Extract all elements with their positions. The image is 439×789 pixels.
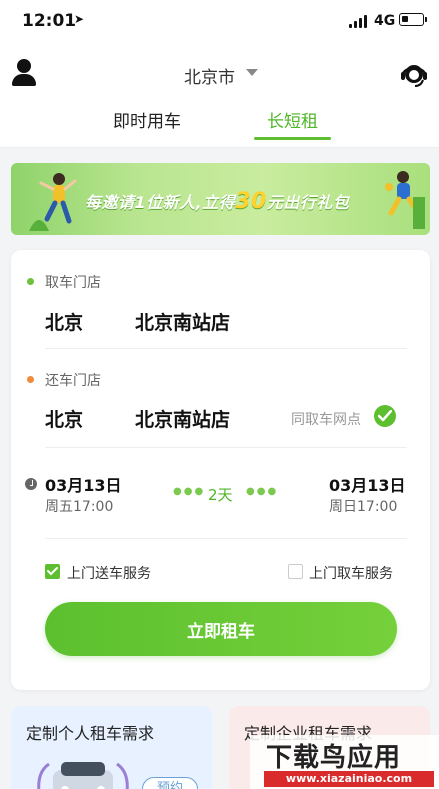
signal-icon — [349, 15, 369, 28]
pickup-service-option-label[interactable]: 上门取车服务 — [309, 563, 393, 583]
watermark-url: www.xiazainiao.com — [264, 771, 434, 787]
pickup-store[interactable]: 北京南站店 — [135, 308, 230, 335]
city-selector[interactable]: 北京市 — [184, 63, 235, 88]
location-arrow-icon: ➤ — [74, 12, 85, 26]
delivery-option-label[interactable]: 上门送车服务 — [67, 563, 151, 583]
return-label: 还车门店 — [45, 373, 101, 389]
tab-indicator — [254, 137, 331, 140]
end-time[interactable]: 周日17:00 — [329, 496, 397, 516]
start-time[interactable]: 周五17:00 — [45, 496, 113, 516]
network-label: 4G — [374, 13, 396, 29]
divider — [45, 447, 407, 448]
clock-icon — [25, 478, 37, 490]
battery-tip — [425, 17, 427, 22]
booking-card: 取车门店 北京 北京南站店 还车门店 北京 北京南站店 同取车网点 03月13日… — [11, 250, 430, 690]
end-date[interactable]: 03月13日 — [329, 472, 406, 496]
car-illustration — [37, 762, 129, 789]
tab-rental[interactable]: 长短租 — [267, 107, 318, 132]
reserve-button[interactable]: 预约 — [142, 777, 198, 789]
same-store-check-icon[interactable] — [374, 405, 396, 427]
return-store[interactable]: 北京南站店 — [135, 405, 230, 432]
caret-down-icon[interactable] — [246, 69, 258, 76]
pickup-service-checkbox[interactable] — [288, 564, 303, 579]
status-bar: 12:01 ➤ 4G — [0, 0, 439, 44]
runner-illustration — [29, 173, 77, 231]
watermark-title: 下载鸟应用 — [266, 743, 402, 773]
pickup-dot — [27, 278, 34, 285]
delivery-checkbox[interactable] — [45, 564, 60, 579]
personal-rental-title: 定制个人租车需求 — [26, 724, 155, 743]
status-time: 12:01 — [22, 11, 77, 31]
divider — [45, 538, 407, 539]
battery-icon — [399, 13, 424, 26]
promo-banner[interactable]: 每邀请1位新人,立得30元出行礼包 — [11, 163, 430, 235]
user-icon[interactable] — [11, 59, 37, 87]
return-city[interactable]: 北京 — [45, 405, 83, 432]
rental-duration: 2天 — [208, 486, 233, 504]
tab-instant[interactable]: 即时用车 — [113, 107, 181, 132]
same-store-label[interactable]: 同取车网点 — [291, 409, 361, 429]
duration-dots-right: ●●● — [246, 486, 279, 497]
divider — [45, 348, 407, 349]
start-date[interactable]: 03月13日 — [45, 472, 122, 496]
customer-service-icon[interactable] — [399, 59, 429, 89]
header: 北京市 即时用车 长短租 — [0, 44, 439, 148]
watermark-logo: 下载鸟应用 www.xiazainiao.com — [250, 735, 439, 789]
duration-dots-left: ●●● — [173, 486, 206, 497]
jumper-illustration — [385, 171, 425, 229]
return-dot — [27, 376, 34, 383]
personal-rental-card[interactable]: 定制个人租车需求 预约 — [11, 706, 212, 789]
banner-text: 每邀请1位新人,立得30元出行礼包 — [85, 189, 350, 214]
rent-now-button[interactable]: 立即租车 — [45, 602, 397, 656]
pickup-city[interactable]: 北京 — [45, 308, 83, 335]
pickup-label: 取车门店 — [45, 275, 101, 291]
